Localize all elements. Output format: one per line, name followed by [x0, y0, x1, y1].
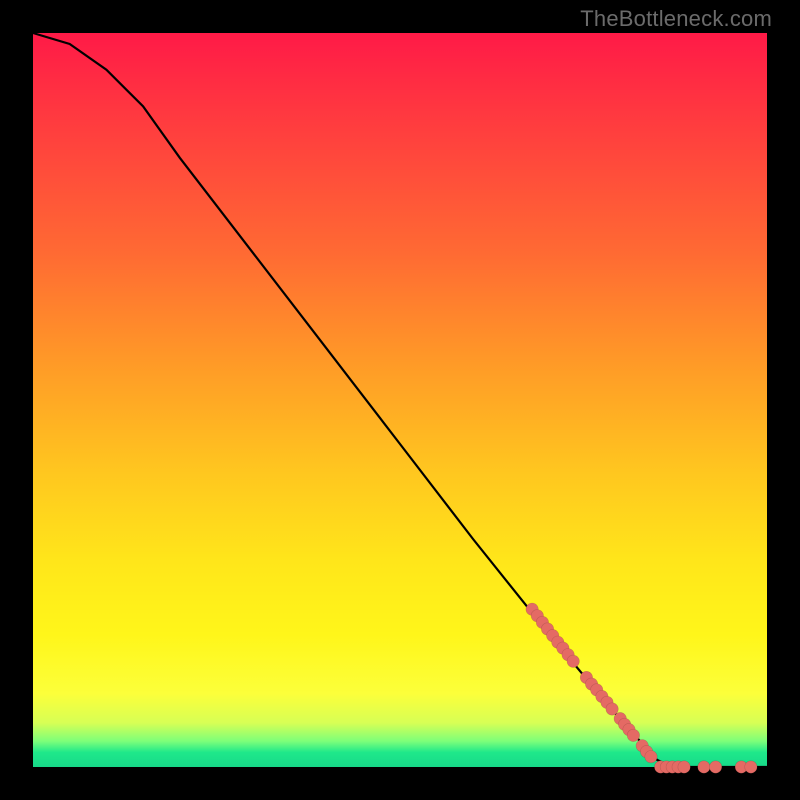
- data-point: [567, 655, 579, 667]
- data-point: [645, 751, 657, 763]
- data-points: [526, 603, 757, 773]
- data-point: [678, 761, 690, 773]
- data-point: [627, 729, 639, 741]
- data-point: [745, 761, 757, 773]
- chart-svg: [33, 33, 767, 767]
- data-point: [709, 761, 721, 773]
- bottleneck-curve: [33, 33, 767, 767]
- plot-area: [33, 33, 767, 767]
- data-point: [698, 761, 710, 773]
- chart-frame: TheBottleneck.com: [0, 0, 800, 800]
- watermark-text: TheBottleneck.com: [580, 6, 772, 32]
